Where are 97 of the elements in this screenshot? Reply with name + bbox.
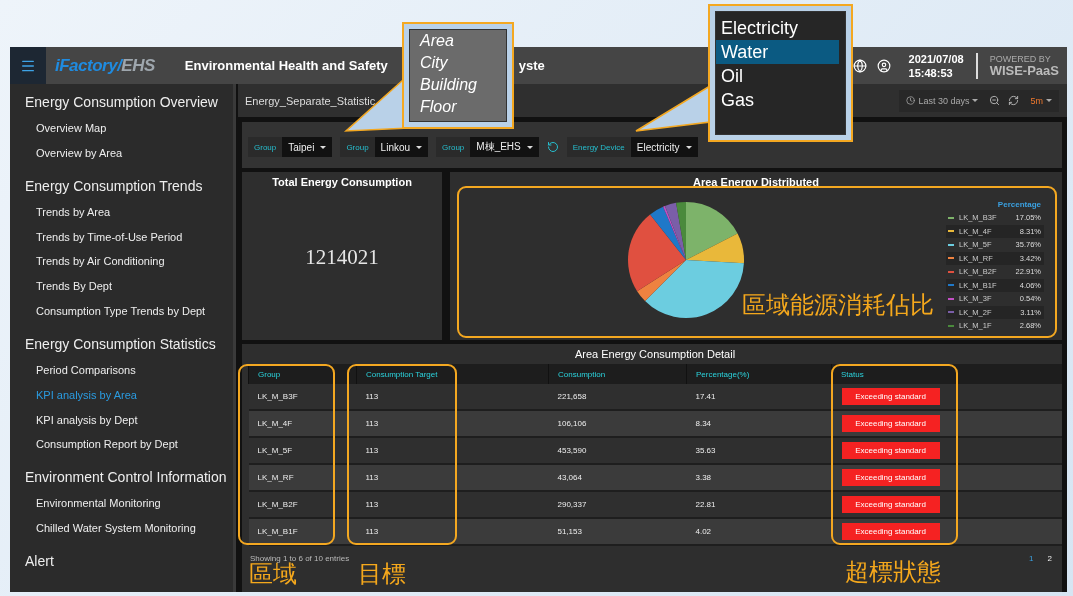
column-header: Consumption: [548, 364, 687, 384]
dropdown-option[interactable]: Gas: [716, 88, 839, 112]
page-link[interactable]: 1: [1029, 554, 1034, 563]
table-cell: LK_M_RF: [248, 464, 357, 491]
filter-label: Group: [436, 137, 471, 157]
table-cell: LK_M_B2F: [248, 491, 357, 518]
sidebar-item[interactable]: Environmental Monitoring: [36, 495, 161, 512]
dropdown-option[interactable]: Oil: [716, 64, 839, 88]
panel-title: Area Energy Consumption Detail: [573, 347, 737, 361]
annotation-text: 區域能源消耗佔比: [742, 292, 934, 318]
sidebar-item[interactable]: Trends by Area: [36, 203, 111, 220]
filter-dropdown[interactable]: Linkou: [374, 137, 429, 157]
status-badge: Exceeding standard: [841, 415, 940, 432]
sidebar-item[interactable]: Trends by Air Conditioning: [36, 253, 165, 270]
table-cell: LK_M_B1F: [248, 518, 357, 545]
date-text: 2021/07/08: [908, 51, 964, 66]
panel-title: Total Energy Consumption: [271, 175, 413, 189]
globe-icon[interactable]: [852, 58, 867, 73]
sidebar-item[interactable]: Chilled Water System Monitoring: [36, 520, 196, 537]
reset-button[interactable]: [546, 141, 559, 153]
status-badge: Exceeding standard: [841, 469, 940, 486]
dropdown-option[interactable]: Building: [410, 74, 506, 96]
column-header: Status: [831, 364, 1062, 384]
table-cell: 17.41: [686, 384, 832, 410]
sidebar-item[interactable]: Trends By Dept: [36, 278, 112, 295]
table-cell: LK_M_4F: [248, 410, 357, 437]
user-icon[interactable]: [876, 58, 891, 73]
table-cell: 8.34: [686, 410, 832, 437]
sidebar-section-title[interactable]: Environment Control Information: [25, 467, 233, 488]
legend-title: Percentage: [997, 199, 1042, 211]
status-badge: Exceeding standard: [841, 388, 940, 405]
menu-button[interactable]: [10, 47, 46, 84]
entries-info: Showing 1 to 6 of 10 entries: [250, 554, 350, 563]
sidebar-section-title[interactable]: Energy Consumption Overview: [25, 92, 233, 112]
filter-dropdown[interactable]: Taipei: [282, 137, 333, 157]
refresh-icon[interactable]: [1008, 95, 1020, 106]
app-title: yste: [518, 58, 545, 73]
sidebar-section-title[interactable]: Energy Consumption Trends: [25, 175, 233, 196]
annotation-text: 區域: [249, 561, 297, 587]
logo: iFactory/EHS: [55, 55, 155, 76]
table-cell: 113: [356, 464, 549, 491]
sidebar-section-title[interactable]: Alert: [25, 551, 233, 572]
page-link[interactable]: 2: [1047, 554, 1052, 563]
column-header: Consumption Target: [356, 364, 549, 384]
table-cell: 113: [356, 491, 549, 518]
time-range-button[interactable]: Last 30 days: [903, 95, 982, 106]
total-value: 1214021: [305, 245, 379, 271]
sidebar-item[interactable]: Consumption Report by Dept: [36, 436, 178, 453]
status-badge: Exceeding standard: [841, 523, 940, 540]
table-cell: 113: [356, 410, 549, 437]
table-cell: 22.81: [686, 491, 832, 518]
sidebar-item[interactable]: Overview Map: [36, 120, 107, 136]
powered-by-text: POWERED BY: [989, 53, 1051, 64]
table-cell: 43,064: [548, 464, 687, 491]
filter-label: Group: [248, 137, 283, 157]
dropdown-option[interactable]: Floor: [410, 96, 506, 118]
column-header: Group: [248, 364, 357, 384]
table-cell: 106,106: [548, 410, 687, 437]
sidebar-item[interactable]: KPI analysis by Dept: [36, 411, 138, 428]
page-title: Energy_Separate_Statistic: [245, 94, 376, 107]
dropdown-option[interactable]: Water: [716, 40, 839, 64]
app-title: Environmental Health and Safety: [184, 58, 388, 73]
table-cell: 113: [356, 384, 549, 410]
table-cell: 3.38: [686, 464, 832, 491]
filter-label: Group: [340, 137, 375, 157]
sidebar-item[interactable]: Period Comparisons: [36, 362, 136, 378]
refresh-interval-button[interactable]: 5m: [1027, 95, 1055, 106]
table-cell: 221,658: [548, 384, 687, 410]
annotation-text: 目標: [358, 561, 406, 587]
zoom-out-icon[interactable]: [989, 95, 1001, 106]
column-header: Percentage(%): [686, 364, 832, 384]
table-cell: 113: [356, 437, 549, 464]
platform-logo: WISE-PaaS: [989, 63, 1059, 78]
dropdown-option[interactable]: Area: [410, 30, 506, 52]
sidebar-section-title[interactable]: Energy Consumption Statistics: [25, 334, 233, 354]
annotation-text: 超標狀態: [845, 559, 941, 585]
filter-dropdown[interactable]: Electricity: [630, 137, 698, 157]
sidebar-item[interactable]: Consumption Type Trends by Dept: [36, 303, 206, 319]
status-badge: Exceeding standard: [841, 496, 940, 513]
clock-icon: [906, 96, 916, 105]
sidebar-item[interactable]: Trends by Time-of-Use Period: [36, 228, 183, 245]
time-text: 15:48:53: [908, 65, 954, 80]
table-cell: 35.63: [686, 437, 832, 464]
table-cell: 290,337: [548, 491, 687, 518]
table-cell: 453,590: [548, 437, 687, 464]
filter-label: Energy Device: [566, 137, 631, 157]
table-cell: LK_M_B3F: [248, 384, 357, 410]
status-badge: Exceeding standard: [841, 442, 940, 459]
dropdown-option[interactable]: City: [410, 52, 506, 74]
sidebar-item[interactable]: Overview by Area: [36, 144, 123, 161]
table-cell: 51,153: [548, 518, 687, 545]
filter-dropdown[interactable]: M棟_EHS: [470, 137, 539, 157]
dropdown-option[interactable]: Electricity: [716, 16, 839, 40]
sidebar-item[interactable]: KPI analysis by Area: [36, 386, 137, 403]
table-cell: 4.02: [686, 518, 832, 545]
table-cell: LK_M_5F: [248, 437, 357, 464]
table-cell: 113: [356, 518, 549, 545]
